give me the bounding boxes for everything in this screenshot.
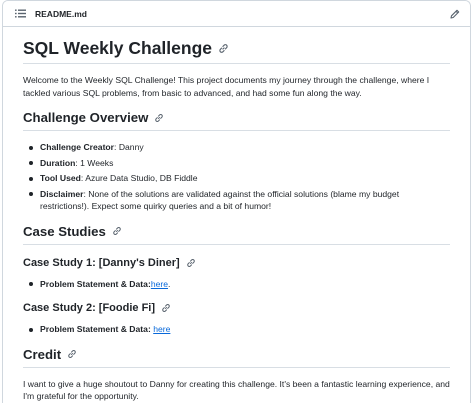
list-item: Disclaimer: None of the solutions are va… [27,188,450,213]
item-label: Disclaimer [40,188,84,199]
credit-paragraph: I want to give a huge shoutout to Danny … [23,378,450,402]
case-study-2-list: Problem Statement & Data: here [23,323,450,336]
page-title-text: SQL Weekly Challenge [23,38,213,58]
credit-heading-text: Credit [23,346,62,362]
readme-panel: README.md SQL Weekly Challenge Welcome t… [2,0,471,403]
list-item: Problem Statement & Data: here [27,323,450,336]
item-label: Duration [40,157,76,168]
item-label: Problem Statement & Data [40,324,148,334]
credit-heading: Credit [23,346,450,368]
overview-heading-text: Challenge Overview [23,110,149,125]
link-icon[interactable] [186,258,196,268]
case-studies-heading: Case Studies [23,223,450,245]
list-item: Problem Statement & Data:here. [27,278,450,291]
here-link[interactable]: here [151,279,168,289]
item-label: Problem Statement & Data [40,278,148,289]
item-label: Challenge Creator [40,142,115,152]
link-icon[interactable] [67,349,77,359]
link-icon[interactable] [154,113,164,123]
overview-heading: Challenge Overview [23,109,450,131]
case-study-1-list: Problem Statement & Data:here. [23,278,450,291]
here-link[interactable]: here [153,324,170,334]
file-header: README.md [3,1,470,27]
case-study-2-heading: Case Study 2: [Foodie Fi] [23,301,450,315]
page-title: SQL Weekly Challenge [23,37,450,64]
list-icon[interactable] [15,9,26,18]
file-name: README.md [35,8,87,19]
item-value: Azure Data Studio, DB Fiddle [85,173,198,183]
link-icon[interactable] [112,226,122,236]
list-item: Duration: 1 Weeks [27,157,450,170]
link-icon[interactable] [218,43,229,54]
pencil-icon[interactable] [450,9,460,19]
item-value: 1 Weeks [80,157,114,168]
overview-list: Challenge Creator: Danny Duration: 1 Wee… [23,141,450,213]
case-study-2-title: Case Study 2: [Foodie Fi] [23,302,156,314]
case-study-1-title: Case Study 1: [Danny's Diner] [23,256,180,269]
item-value: None of the solutions are validated agai… [40,188,400,212]
item-label: Tool Used [40,173,81,183]
item-suffix: . [168,278,171,289]
list-item: Challenge Creator: Danny [27,141,450,154]
intro-paragraph: Welcome to the Weekly SQL Challenge! Thi… [23,75,430,98]
list-item: Tool Used: Azure Data Studio, DB Fiddle [27,172,450,185]
case-studies-heading-text: Case Studies [23,223,106,239]
readme-body: SQL Weekly Challenge Welcome to the Week… [3,27,470,403]
link-icon[interactable] [161,303,171,313]
case-study-1-heading: Case Study 1: [Danny's Diner] [23,256,450,270]
item-value: Danny [118,142,144,152]
